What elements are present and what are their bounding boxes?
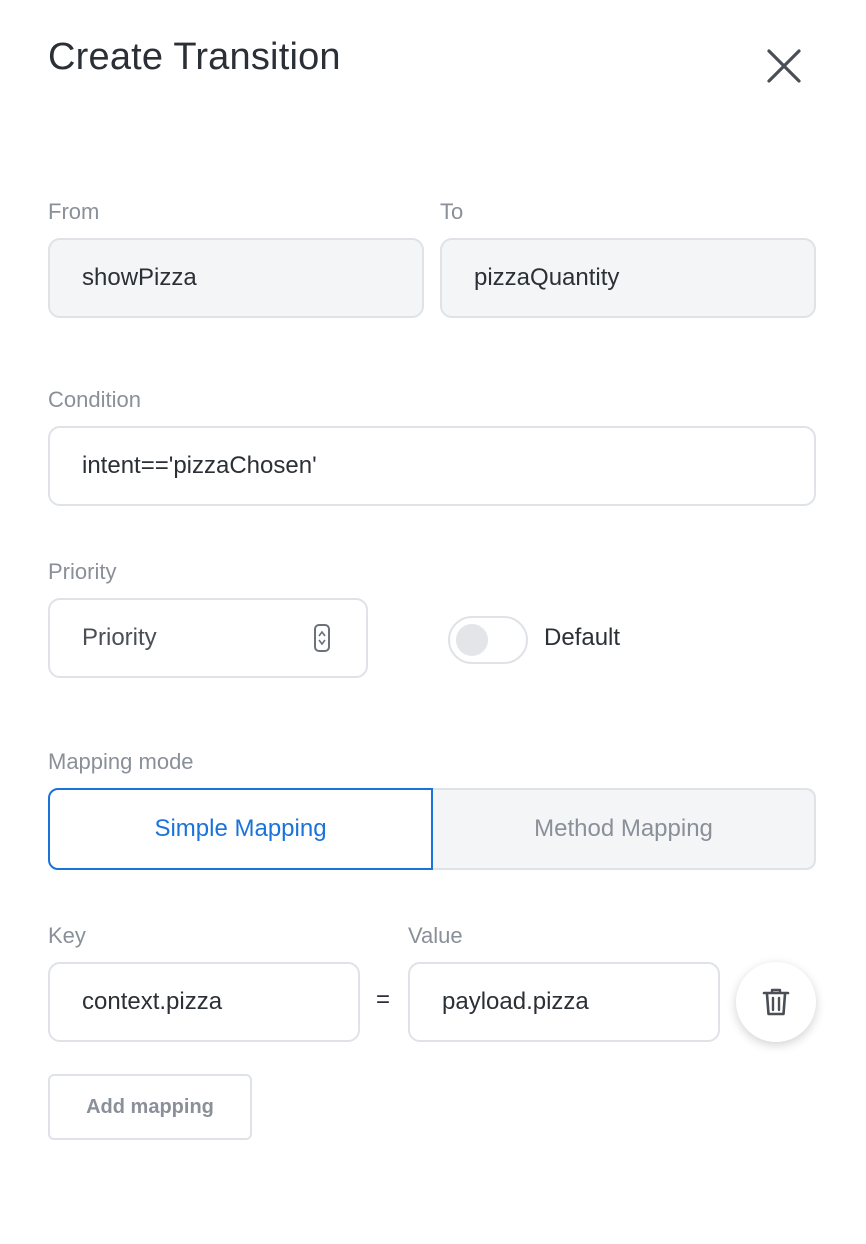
mapping-mode-label: Mapping mode	[48, 749, 194, 774]
mapping-value-value: payload.pizza	[442, 988, 589, 1015]
default-toggle-label: Default	[544, 624, 621, 651]
condition-label: Condition	[48, 387, 141, 412]
add-mapping-button[interactable]: Add mapping	[48, 1074, 252, 1140]
to-label: To	[440, 199, 464, 224]
value-label: Value	[408, 923, 463, 948]
priority-label: Priority	[48, 559, 117, 584]
condition-field[interactable]: intent=='pizzaChosen'	[48, 426, 816, 506]
create-transition-dialog: Create Transition From To showPizza pizz…	[0, 0, 866, 1244]
simple-mapping-button[interactable]: Simple Mapping	[48, 788, 433, 870]
default-toggle[interactable]	[448, 616, 528, 664]
priority-placeholder: Priority	[82, 624, 157, 651]
to-field: pizzaQuantity	[440, 238, 816, 318]
from-label: From	[48, 199, 100, 224]
trash-icon	[762, 988, 790, 1016]
key-label: Key	[48, 923, 86, 948]
mapping-key-value: context.pizza	[82, 988, 223, 1015]
dialog-title: Create Transition	[48, 36, 341, 78]
from-field: showPizza	[48, 238, 424, 318]
to-value: pizzaQuantity	[474, 264, 620, 291]
priority-input[interactable]: Priority	[48, 598, 368, 678]
mapping-mode-segmented-control: Simple Mapping Method Mapping	[48, 788, 816, 870]
method-mapping-button[interactable]: Method Mapping	[433, 788, 816, 870]
mapping-key-input[interactable]: context.pizza	[48, 962, 360, 1042]
spinner-arrows-icon[interactable]	[314, 624, 330, 652]
toggle-knob	[456, 624, 488, 656]
delete-mapping-button[interactable]	[736, 962, 816, 1042]
condition-value: intent=='pizzaChosen'	[82, 452, 317, 479]
equals-sign: =	[376, 986, 391, 1013]
close-icon	[767, 49, 801, 83]
from-value: showPizza	[82, 264, 197, 291]
mapping-value-input[interactable]: payload.pizza	[408, 962, 720, 1042]
close-button[interactable]	[760, 42, 808, 90]
